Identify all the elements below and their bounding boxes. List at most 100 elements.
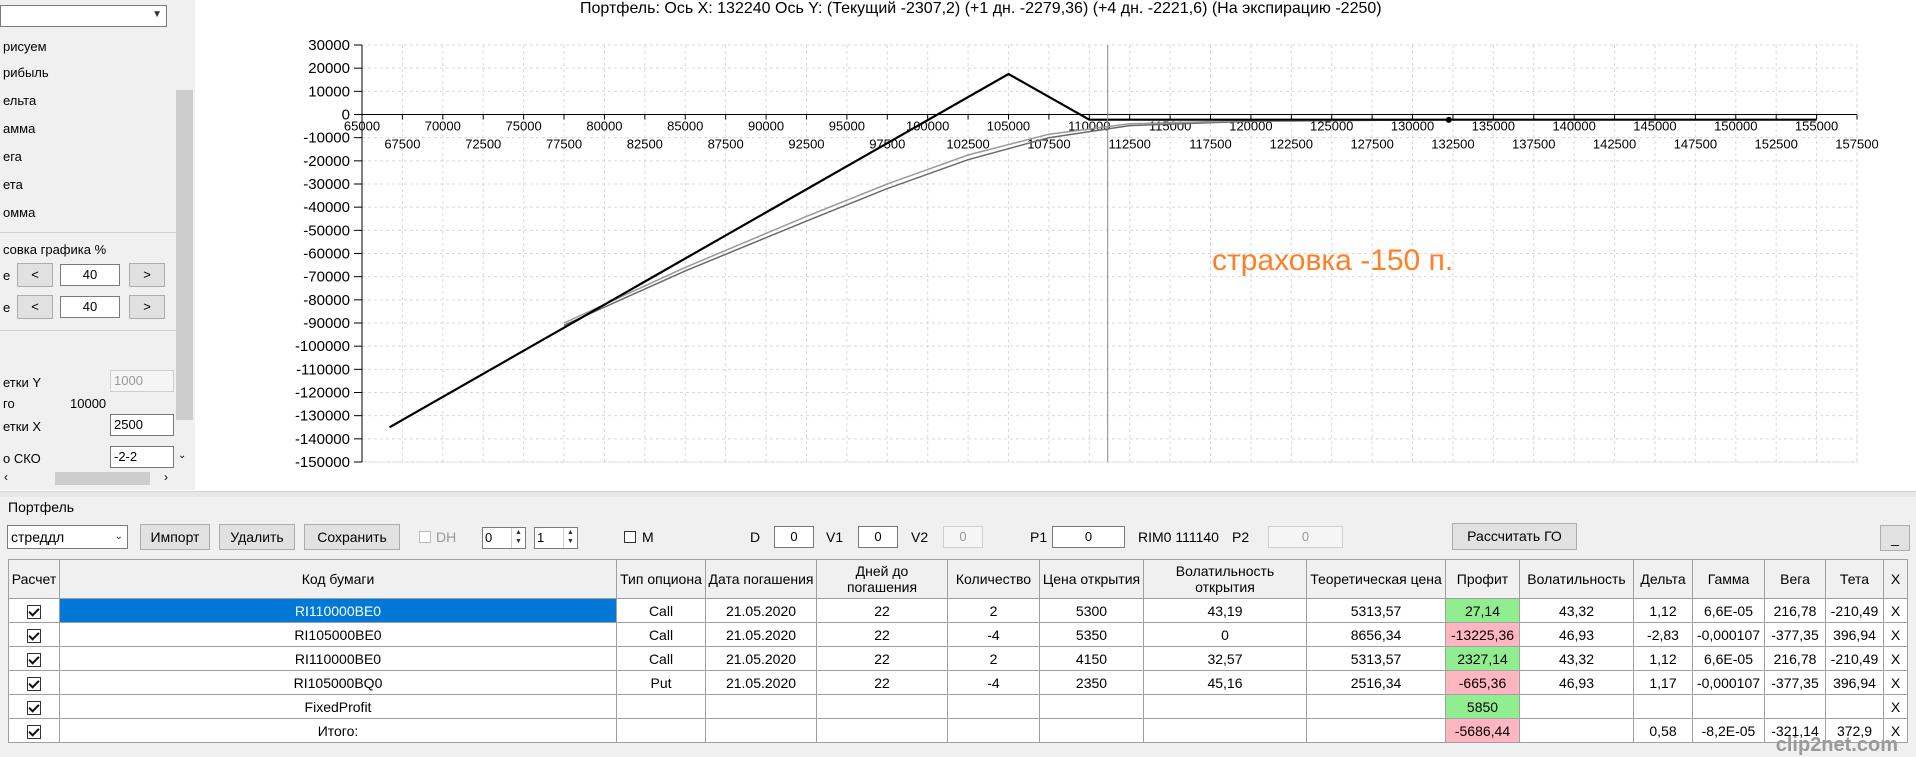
table-cell[interactable] (947, 694, 1040, 719)
table-cell[interactable] (1306, 694, 1446, 719)
portfolio-select[interactable]: стреддл ⌄ (7, 525, 128, 549)
checkbox-checked-icon[interactable] (27, 676, 41, 691)
save-button[interactable]: Сохранить (304, 524, 400, 550)
table-cell[interactable]: 216,78 (1764, 598, 1826, 623)
table-cell[interactable] (1039, 694, 1144, 719)
table-cell[interactable]: -5686,44 (1445, 718, 1520, 743)
table-cell[interactable]: 0,58 (1633, 718, 1693, 743)
payoff-chart[interactable]: 3000020000100000-10000-20000-30000-40000… (0, 0, 1916, 490)
calc-checkbox-cell[interactable] (8, 718, 60, 743)
table-cell[interactable]: 22 (816, 646, 948, 671)
remove-row-button[interactable]: X (1883, 694, 1908, 719)
table-cell[interactable]: 396,94 (1825, 622, 1884, 647)
table-cell[interactable] (705, 694, 817, 719)
table-cell[interactable]: -210,49 (1825, 598, 1884, 623)
table-cell[interactable]: -210,49 (1825, 646, 1884, 671)
dh-spin-1[interactable]: 0 ▲ ▼ (482, 527, 526, 549)
table-cell[interactable]: 43,32 (1519, 598, 1634, 623)
checkbox-checked-icon[interactable] (27, 604, 41, 619)
table-cell[interactable]: 1,12 (1633, 598, 1693, 623)
table-cell[interactable]: 45,16 (1143, 670, 1307, 695)
table-cell[interactable]: 0 (1143, 622, 1307, 647)
table-cell[interactable]: 43,19 (1143, 598, 1307, 623)
minimize-button[interactable]: _ (1880, 525, 1910, 551)
table-cell[interactable]: 8656,34 (1306, 622, 1446, 647)
table-cell[interactable]: 2 (947, 598, 1040, 623)
column-header[interactable]: Код бумаги (59, 559, 617, 599)
table-cell[interactable] (1039, 718, 1144, 743)
table-cell[interactable]: -377,35 (1764, 622, 1826, 647)
table-cell[interactable]: -8,2E-05 (1692, 718, 1765, 743)
table-cell[interactable]: -4 (947, 622, 1040, 647)
table-row[interactable]: RI105000BE0 Call 21.05.2020 22 -4 5350 0 8656,3… (8, 622, 1908, 647)
table-cell[interactable]: 5300 (1039, 598, 1144, 623)
table-cell[interactable]: 6,6E-05 (1692, 646, 1765, 671)
table-cell[interactable]: 27,14 (1445, 598, 1520, 623)
v1-input[interactable]: 0 (858, 526, 898, 548)
table-cell[interactable] (616, 694, 706, 719)
up-down-icon[interactable]: ▲ ▼ (563, 528, 577, 548)
table-cell[interactable]: -0,000107 (1692, 622, 1765, 647)
delete-button[interactable]: Удалить (219, 524, 295, 550)
table-cell[interactable] (1764, 694, 1826, 719)
column-header[interactable]: Волатильность (1519, 559, 1634, 599)
table-cell[interactable] (816, 694, 948, 719)
table-cell[interactable] (1825, 694, 1884, 719)
table-cell[interactable] (947, 718, 1040, 743)
table-cell[interactable]: 5350 (1039, 622, 1144, 647)
table-cell[interactable]: Call (616, 622, 706, 647)
up-down-icon[interactable]: ▲ ▼ (511, 528, 525, 548)
import-button[interactable]: Импорт (140, 524, 210, 550)
table-cell[interactable]: 43,32 (1519, 646, 1634, 671)
table-cell[interactable]: 1,17 (1633, 670, 1693, 695)
column-header[interactable]: Цена открытия (1039, 559, 1144, 599)
table-cell[interactable]: 21.05.2020 (705, 622, 817, 647)
remove-row-button[interactable]: X (1883, 646, 1908, 671)
table-cell[interactable] (1143, 694, 1307, 719)
table-cell[interactable]: 216,78 (1764, 646, 1826, 671)
table-cell[interactable]: 21.05.2020 (705, 598, 817, 623)
table-cell[interactable]: 5850 (1445, 694, 1520, 719)
calc-checkbox-cell[interactable] (8, 670, 60, 695)
table-cell[interactable]: 22 (816, 670, 948, 695)
table-cell[interactable]: RI105000BQ0 (59, 670, 617, 695)
column-header[interactable]: Расчет (8, 559, 60, 599)
calculate-go-button[interactable]: Рассчитать ГО (1452, 523, 1577, 550)
remove-row-button[interactable]: X (1883, 598, 1908, 623)
column-header[interactable]: Дата погашения (705, 559, 817, 599)
calc-checkbox-cell[interactable] (8, 622, 60, 647)
column-header[interactable]: Профит (1445, 559, 1520, 599)
table-cell[interactable]: 22 (816, 622, 948, 647)
table-cell[interactable]: 46,93 (1519, 670, 1634, 695)
table-cell[interactable]: 5313,57 (1306, 598, 1446, 623)
table-cell[interactable]: 396,94 (1825, 670, 1884, 695)
table-row[interactable]: FixedProfit 5850 X (8, 694, 1908, 719)
table-cell[interactable]: -4 (947, 670, 1040, 695)
table-row[interactable]: Итого: -5686,44 0,58 -8,2E-05 -321,14 372,9 X (8, 718, 1908, 743)
table-cell[interactable] (1519, 718, 1634, 743)
table-cell[interactable]: 32,57 (1143, 646, 1307, 671)
table-cell[interactable] (1633, 694, 1693, 719)
table-cell[interactable] (1692, 694, 1765, 719)
table-cell[interactable]: -665,36 (1445, 670, 1520, 695)
table-cell[interactable]: RI105000BE0 (59, 622, 617, 647)
table-cell[interactable] (816, 718, 948, 743)
table-cell[interactable]: 46,93 (1519, 622, 1634, 647)
column-header[interactable]: Тип опциона (616, 559, 706, 599)
table-row[interactable]: RI105000BQ0 Put 21.05.2020 22 -4 2350 45,16 251… (8, 670, 1908, 695)
m-checkbox[interactable] (624, 531, 636, 543)
column-header[interactable]: Теоретическая цена (1306, 559, 1446, 599)
checkbox-checked-icon[interactable] (27, 724, 41, 739)
table-cell[interactable] (616, 718, 706, 743)
table-cell[interactable]: Put (616, 670, 706, 695)
calc-checkbox-cell[interactable] (8, 646, 60, 671)
table-cell[interactable]: 4150 (1039, 646, 1144, 671)
column-header[interactable]: Тета (1825, 559, 1884, 599)
table-cell[interactable]: 2350 (1039, 670, 1144, 695)
table-cell[interactable]: 2516,34 (1306, 670, 1446, 695)
d-input[interactable]: 0 (774, 526, 814, 548)
table-cell[interactable]: -0,000107 (1692, 670, 1765, 695)
table-cell[interactable]: Call (616, 598, 706, 623)
table-cell[interactable]: RI110000BE0 (59, 646, 617, 671)
table-cell[interactable]: 22 (816, 598, 948, 623)
